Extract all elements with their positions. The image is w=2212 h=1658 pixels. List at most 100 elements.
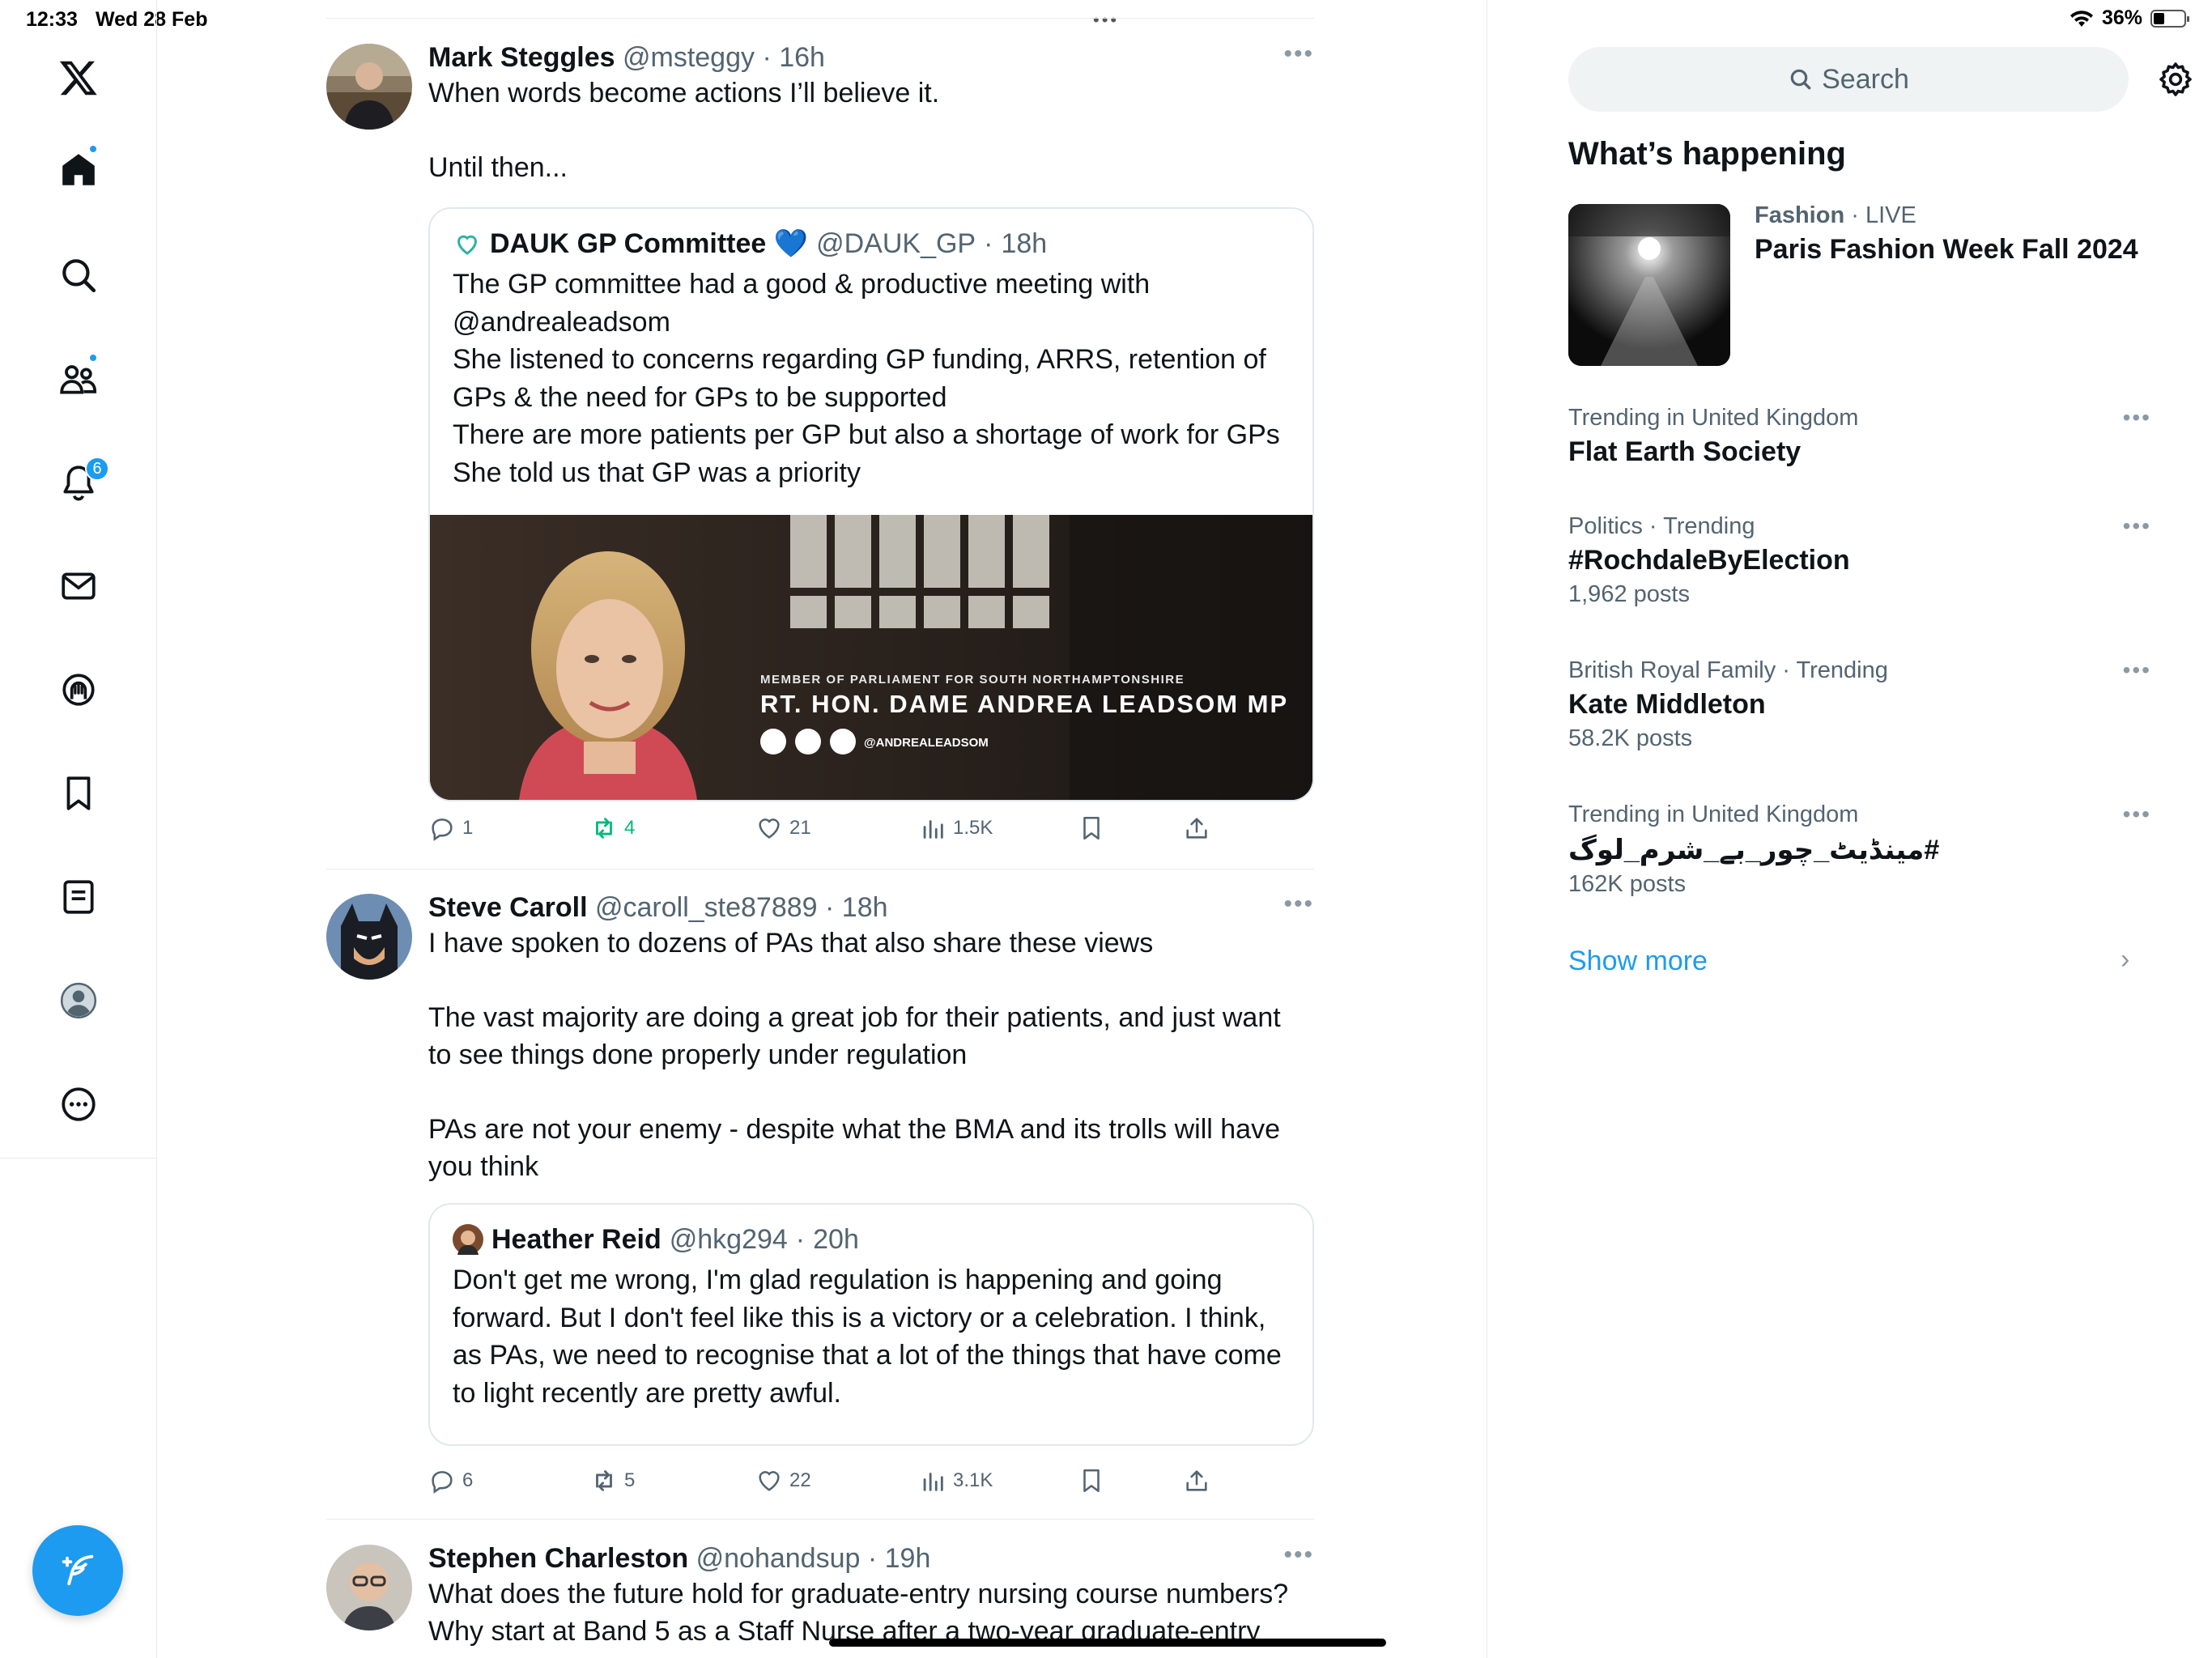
trend-item[interactable]: Politics · Trending #RochdaleByElection … xyxy=(1568,513,2151,608)
author-handle[interactable]: @msteggy xyxy=(623,42,755,73)
author-handle[interactable]: @caroll_ste87889 xyxy=(595,892,818,923)
like-button[interactable]: 22 xyxy=(755,1467,811,1494)
trend-title: Flat Earth Society xyxy=(1568,436,1802,467)
trend-meta: Politics · Trending xyxy=(1568,513,1755,539)
bookmark-icon xyxy=(1083,1469,1100,1493)
trend-title: Kate Middleton xyxy=(1568,689,1766,720)
like-button[interactable]: 21 xyxy=(755,814,811,842)
tweet-time[interactable]: 18h xyxy=(842,892,888,923)
show-more-link[interactable]: Show more xyxy=(1568,946,1708,977)
author-name[interactable]: Steve Caroll xyxy=(428,892,588,923)
live-label: LIVE xyxy=(1865,202,1916,228)
quote-time[interactable]: 20h xyxy=(813,1222,859,1256)
views-chart-icon xyxy=(923,820,943,839)
share-button[interactable] xyxy=(1183,814,1210,842)
like-count: 21 xyxy=(789,817,811,839)
chevron-right-icon[interactable]: › xyxy=(2121,944,2129,976)
image-caption-handle: @ANDREALEADSOM xyxy=(864,736,989,750)
views-chart-icon xyxy=(923,1473,943,1491)
bookmarks-icon[interactable] xyxy=(38,753,119,834)
quote-image[interactable]: MEMBER OF PARLIAMENT FOR SOUTH NORTHAMPT… xyxy=(430,515,1312,800)
repost-icon xyxy=(596,1470,612,1491)
bookmark-button[interactable] xyxy=(1078,1467,1105,1494)
explore-icon[interactable] xyxy=(38,235,119,316)
avatar[interactable] xyxy=(326,44,412,130)
author-handle[interactable]: @nohandsup xyxy=(696,1543,861,1574)
views-button[interactable]: 1.5K xyxy=(919,814,993,842)
tweet-actions: 6 5 22 3.1K xyxy=(428,1467,1238,1503)
trend-meta: British Royal Family · Trending xyxy=(1568,657,1888,683)
quote-time[interactable]: 18h xyxy=(1001,227,1047,261)
quote-author-handle[interactable]: @hkg294 xyxy=(670,1222,788,1256)
reply-icon xyxy=(432,818,453,841)
author-name[interactable]: Stephen Charleston xyxy=(428,1543,688,1574)
repost-button[interactable]: 4 xyxy=(590,814,635,842)
communities-icon[interactable] xyxy=(38,338,119,419)
trend-item[interactable]: Trending in United Kingdom #مینڈیٹ_چور_ب… xyxy=(1568,801,2151,898)
messages-icon[interactable] xyxy=(38,546,119,627)
lists-icon[interactable] xyxy=(38,857,119,937)
repost-icon xyxy=(596,818,612,839)
share-button[interactable] xyxy=(1183,1467,1210,1494)
more-icon[interactable]: ••• xyxy=(1283,891,1314,918)
trend-item[interactable]: British Royal Family · Trending Kate Mid… xyxy=(1568,657,2151,752)
home-indicator[interactable] xyxy=(829,1639,1386,1647)
profile-avatar-icon[interactable] xyxy=(38,960,119,1041)
share-icon xyxy=(1186,818,1207,839)
tweet-header: Stephen Charleston @nohandsup · 19h xyxy=(428,1543,931,1574)
feed-top-divider xyxy=(326,18,1314,19)
tweet-time[interactable]: 16h xyxy=(779,42,825,73)
featured-trend-image[interactable] xyxy=(1568,204,1730,366)
compose-post-button[interactable] xyxy=(32,1525,123,1616)
repost-count: 5 xyxy=(624,1469,636,1491)
reply-button[interactable]: 1 xyxy=(428,814,473,842)
quote-author-name[interactable]: Heather Reid xyxy=(491,1222,661,1256)
reply-button[interactable]: 6 xyxy=(428,1467,473,1494)
more-icon[interactable]: ••• xyxy=(2123,513,2151,539)
notifications-icon[interactable]: 6 xyxy=(38,442,119,523)
more-icon[interactable]: ••• xyxy=(2123,405,2151,431)
more-icon[interactable]: ••• xyxy=(2123,801,2151,827)
more-icon[interactable]: ••• xyxy=(2123,657,2151,683)
whats-happening-title: What’s happening xyxy=(1568,136,1846,172)
quote-author-name[interactable]: DAUK GP Committee 💙 xyxy=(490,227,808,261)
stethoscope-heart-icon xyxy=(457,235,478,255)
reply-count: 1 xyxy=(462,817,474,839)
share-icon xyxy=(1186,1470,1207,1491)
more-icon[interactable]: ••• xyxy=(1283,40,1314,68)
x-logo-icon[interactable] xyxy=(38,37,119,118)
tweet-header: Steve Caroll @caroll_ste87889 · 18h xyxy=(428,892,888,923)
trend-post-count: 1,962 posts xyxy=(1568,581,1690,607)
trend-title: #مینڈیٹ_چور_بے_شرم_لوگ xyxy=(1568,835,1940,865)
trend-item[interactable]: Trending in United Kingdom Flat Earth So… xyxy=(1568,405,2151,468)
tweet-actions: 1 4 21 1.5K xyxy=(428,814,1238,850)
quote-avatar[interactable] xyxy=(453,1224,483,1255)
author-name[interactable]: Mark Steggles xyxy=(428,42,615,73)
tweet-text: When words become actions I’ll believe i… xyxy=(428,78,940,183)
views-button[interactable]: 3.1K xyxy=(919,1467,993,1494)
repost-button[interactable]: 5 xyxy=(590,1467,635,1494)
tweet-time[interactable]: 19h xyxy=(885,1543,931,1574)
avatar[interactable] xyxy=(326,1545,412,1630)
bookmark-button[interactable] xyxy=(1078,814,1105,842)
avatar[interactable] xyxy=(326,894,412,980)
left-navigation: 6 xyxy=(0,0,157,1658)
heart-icon xyxy=(759,818,780,839)
settings-gear-icon[interactable] xyxy=(2156,60,2195,99)
featured-title: Paris Fashion Week Fall 2024 xyxy=(1755,234,2138,265)
communities-badge-dot xyxy=(88,353,98,363)
feather-plus-icon xyxy=(62,1554,94,1586)
spaces-icon[interactable] xyxy=(38,649,119,730)
search-input[interactable]: Search xyxy=(1568,47,2129,112)
featured-trend[interactable]: Fashion · LIVE Paris Fashion Week Fall 2… xyxy=(1755,202,2176,266)
views-count: 3.1K xyxy=(953,1469,993,1491)
more-options-icon[interactable] xyxy=(38,1064,119,1145)
quote-author-handle[interactable]: @DAUK_GP xyxy=(816,227,976,261)
quoted-tweet[interactable]: DAUK GP Committee 💙 @DAUK_GP · 18h The GP … xyxy=(428,207,1314,801)
trend-post-count: 58.2K posts xyxy=(1568,725,1693,751)
more-icon[interactable]: ••• xyxy=(1283,1541,1314,1569)
home-icon[interactable] xyxy=(38,130,119,210)
timeline-feed: Mark Steggles @msteggy · 16h ••• When wo… xyxy=(326,0,1314,1658)
quoted-tweet[interactable]: Heather Reid @hkg294 · 20h Don't get me wr… xyxy=(428,1203,1314,1446)
right-sidebar: Search What’s happening Fashion · LIVE P… xyxy=(1487,0,2212,1658)
